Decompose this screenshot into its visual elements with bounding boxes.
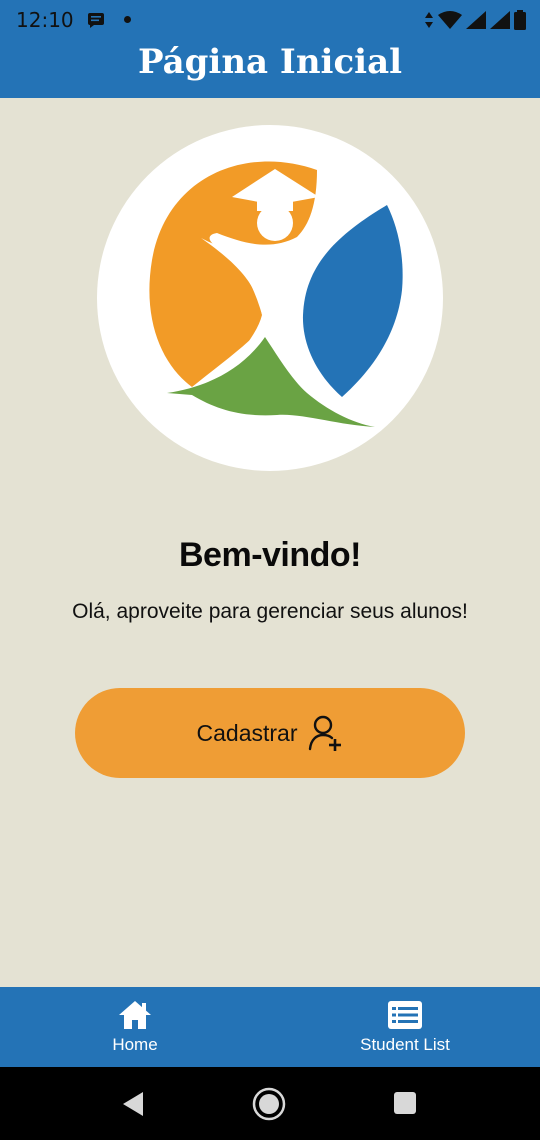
nav-item-student-list[interactable]: Student List [270, 987, 540, 1067]
register-button[interactable]: Cadastrar [75, 688, 465, 778]
signal-icon [466, 11, 486, 29]
app-bar: Página Inicial [0, 40, 540, 98]
message-icon [88, 13, 104, 28]
recents-icon[interactable] [394, 1092, 416, 1114]
status-icons [424, 10, 526, 30]
graduate-logo-icon [149, 161, 403, 427]
data-transfer-icon [425, 12, 433, 28]
wifi-icon [438, 11, 462, 29]
nav-item-student-list-label: Student List [360, 1035, 450, 1054]
add-user-icon [309, 715, 342, 751]
home-circle-icon[interactable] [252, 1087, 286, 1121]
register-button-label: Cadastrar [196, 719, 298, 746]
status-bar: 12:10 [0, 0, 540, 40]
bottom-nav: Home Student List [0, 987, 540, 1067]
back-icon[interactable] [121, 1091, 145, 1117]
welcome-heading: Bem-vindo! [179, 536, 362, 574]
battery-icon [514, 10, 526, 30]
nav-item-home[interactable]: Home [0, 987, 270, 1067]
nav-item-home-label: Home [112, 1035, 158, 1054]
list-icon [388, 1001, 422, 1029]
signal-icon [490, 11, 510, 29]
system-nav-bar [0, 1067, 540, 1140]
notification-dot-icon [124, 16, 131, 23]
page-title: Página Inicial [137, 42, 403, 82]
welcome-subtitle: Olá, aproveite para gerenciar seus aluno… [72, 600, 468, 623]
logo [97, 125, 443, 471]
home-icon [119, 1001, 151, 1029]
status-time: 12:10 [16, 8, 74, 32]
